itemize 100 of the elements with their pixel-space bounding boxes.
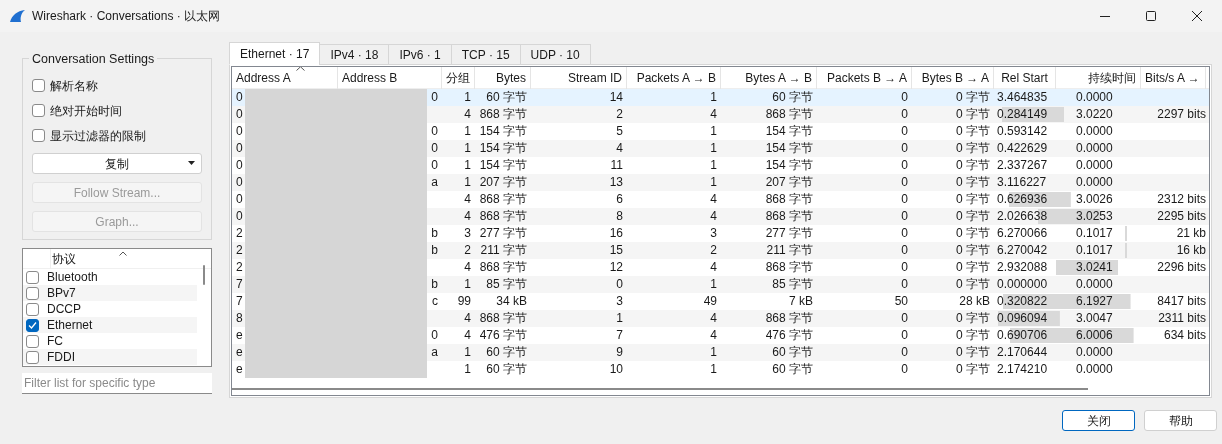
duration-cell-text: 0.0000 [1075, 123, 1114, 140]
protocol-row[interactable]: BPv7 [23, 285, 197, 301]
bytes-cell-text: 0 字节 [955, 327, 991, 344]
horizontal-scrollbar-thumb[interactable] [232, 388, 1088, 390]
copy-button[interactable]: 复制 [32, 153, 202, 174]
bytes-cell-text: 868 字节 [478, 191, 528, 208]
table-row[interactable]: 7 b 1 85 字节 0 1 85 字节 0 0 字节 0.000000 0.0000 [232, 276, 1209, 293]
table-row[interactable]: 2 b 2 211 字节 15 2 211 字节 0 0 字节 6.270042 0.1017 16 kb [232, 242, 1209, 259]
packets-cell-text: 1 [463, 140, 472, 157]
duration-cell-text: 0.0000 [1075, 361, 1114, 378]
checkbox[interactable] [26, 270, 39, 284]
packets-cell-text: 0 [900, 208, 909, 225]
packets-cell-text: 1 [463, 174, 472, 191]
packets-cell-text: 99 [456, 293, 472, 310]
bytes-cell-text: 0 字节 [955, 157, 991, 174]
sort-caret-icon [296, 67, 305, 71]
table-row[interactable]: 0 0 1 154 字节 4 1 154 字节 0 0 字节 0.422629 0.0000 [232, 140, 1209, 157]
tab[interactable]: Ethernet · 17 [229, 42, 321, 65]
bytes-cell-text: 60 字节 [771, 344, 814, 361]
duration-cell-text: 0.0000 [1075, 174, 1114, 191]
tab[interactable]: IPv4 · 18 [319, 44, 390, 65]
stream-id-cell-text: 12 [608, 259, 624, 276]
dialog-button[interactable]: 关闭 [1062, 410, 1135, 431]
duration-cell-text: 0.1017 [1075, 242, 1114, 259]
packets-cell-text: 49 [702, 293, 718, 310]
rel-start-cell-text: 2.337267 [996, 157, 1049, 174]
rel-start-cell-text: 3.464835 [996, 89, 1049, 106]
rel-start-cell-text: 2.932088 [996, 259, 1049, 276]
bytes-cell-text: 868 字节 [764, 191, 814, 208]
bits-per-second-cell-text: 2296 bits [1156, 259, 1206, 276]
packets-cell-text: 1 [463, 89, 472, 106]
stream-id-cell-text: 14 [608, 89, 624, 106]
packets-cell-text: 1 [709, 89, 718, 106]
checkbox[interactable] [26, 350, 39, 364]
duration-cell-text: 3.0253 [1075, 208, 1114, 225]
bits-per-second-cell-text: 634 bits [1162, 327, 1206, 344]
checkbox[interactable] [26, 302, 39, 316]
bytes-cell-text: 0 字节 [955, 123, 991, 140]
bytes-cell-text: 60 字节 [485, 344, 528, 361]
address-cell-text: 2 [235, 225, 244, 242]
address-cell-text: 2 [235, 259, 244, 276]
minimize-icon [1100, 15, 1110, 17]
rel-start-cell-text: 2.026638 [996, 208, 1049, 225]
dialog-button[interactable]: 帮助 [1144, 410, 1217, 431]
checkbox[interactable] [32, 129, 45, 142]
table-row[interactable]: 0 0 1 60 字节 14 1 60 字节 0 0 字节 3.464835 0.0000 [232, 89, 1209, 106]
rel-start-cell-text: 0.593142 [996, 123, 1049, 140]
packets-cell-text: 4 [463, 208, 472, 225]
filter-field[interactable]: Filter list for specific type [22, 373, 212, 394]
column-header[interactable]: 协议 [50, 249, 198, 269]
table-row[interactable]: 0 a 1 207 字节 13 1 207 字节 0 0 字节 3.116227 0.0000 [232, 174, 1209, 191]
checkbox[interactable] [26, 318, 39, 332]
table-row[interactable]: 0 4 868 字节 8 4 868 字节 0 0 字节 2.026638 3.0253 2295 bits [232, 208, 1209, 225]
bytes-cell-text: 85 字节 [771, 276, 814, 293]
bits-per-second-cell-text: 2295 bits [1156, 208, 1206, 225]
tab[interactable]: UDP · 10 [519, 44, 591, 65]
address-cell-text: b [430, 225, 439, 242]
protocol-row[interactable]: Ethernet [23, 317, 197, 333]
packets-cell-text: 3 [463, 225, 472, 242]
stream-id-cell-text: 13 [608, 174, 624, 191]
bytes-cell-text: 154 字节 [764, 140, 814, 157]
duration-cell-text: 3.0241 [1075, 259, 1114, 276]
checkbox[interactable] [26, 286, 39, 300]
checkbox[interactable] [32, 79, 45, 92]
packets-cell-text: 0 [900, 225, 909, 242]
packets-cell-text: 1 [709, 157, 718, 174]
table-row[interactable]: 0 4 868 字节 2 4 868 字节 0 0 字节 0.284149 3.0220 2297 bits [232, 106, 1209, 123]
packets-cell-text: 1 [463, 344, 472, 361]
bytes-cell-text: 868 字节 [764, 310, 814, 327]
sort-caret-icon [119, 251, 127, 256]
packets-cell-text: 0 [900, 242, 909, 259]
protocol-label: Ethernet [47, 317, 93, 334]
address-cell-text: 7 [235, 276, 244, 293]
protocol-row[interactable]: FDDI [23, 349, 197, 365]
bytes-cell-text: 868 字节 [478, 310, 528, 327]
address-cell-text: 0 [430, 327, 439, 344]
scrollbar-thumb[interactable] [203, 265, 205, 285]
table-row[interactable]: 8 4 868 字节 1 4 868 字节 0 0 字节 0.096094 3.0047 2311 bits [232, 310, 1209, 327]
bytes-cell-text: 154 字节 [764, 123, 814, 140]
address-cell-text: e [235, 361, 244, 378]
checkbox[interactable] [26, 334, 39, 348]
rel-start-cell-text: 6.270042 [996, 242, 1049, 259]
duration-cell-text: 0.0000 [1075, 140, 1114, 157]
table-row[interactable]: e a 1 60 字节 9 1 60 字节 0 0 字节 2.170644 0.0000 [232, 344, 1209, 361]
stream-id-cell-text: 1 [615, 310, 624, 327]
packets-cell-text: 0 [900, 327, 909, 344]
bytes-cell-text: 0 字节 [955, 310, 991, 327]
checkbox[interactable] [32, 104, 45, 117]
stream-id-cell-text: 7 [615, 327, 624, 344]
packets-cell-text: 0 [900, 123, 909, 140]
packets-cell-text: 0 [900, 140, 909, 157]
address-cell-text: 0 [430, 89, 439, 106]
bytes-cell-text: 0 字节 [955, 174, 991, 191]
protocol-label: BPv7 [47, 285, 76, 302]
address-cell-text: 0 [235, 140, 244, 157]
bytes-cell-text: 154 字节 [478, 140, 528, 157]
duration-cell-text: 0.0000 [1075, 89, 1114, 106]
protocol-label: DCCP [47, 301, 81, 318]
stream-id-cell-text: 15 [608, 242, 624, 259]
bits-per-second-cell-text: 8417 bits [1156, 293, 1206, 310]
